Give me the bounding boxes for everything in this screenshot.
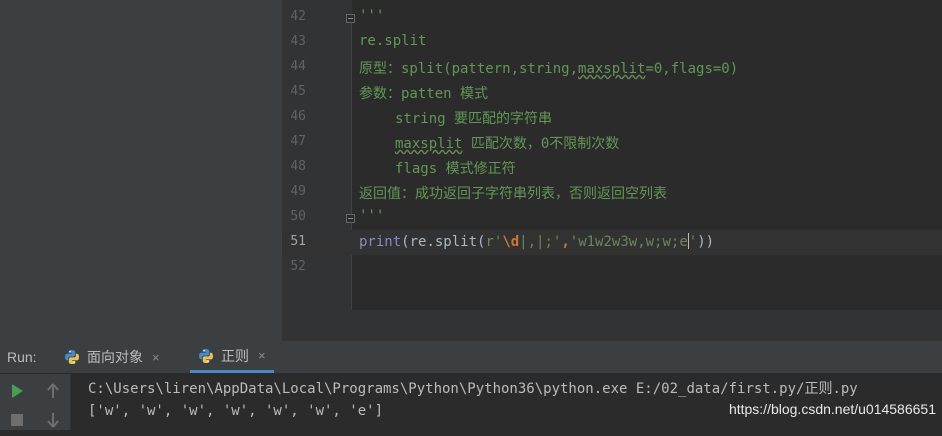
typo-highlight: maxsplit <box>395 136 463 152</box>
fold-icon[interactable] <box>346 214 355 223</box>
line-number: 49 <box>290 184 306 199</box>
run-panel: Run: 面向对象 × 正则 × C:\Users\liren\AppData\… <box>0 341 942 430</box>
line-number: 47 <box>290 134 306 149</box>
code-text: re.split <box>359 33 427 49</box>
close-icon[interactable]: × <box>258 348 266 363</box>
tab-label: 正则 <box>221 347 249 364</box>
watermark: https://blog.csdn.net/u014586651 <box>728 401 936 417</box>
code-text: ''' <box>359 8 385 24</box>
code-line-50[interactable]: 50 ''' <box>282 205 942 230</box>
line-number: 51 <box>290 234 306 249</box>
run-toolbar <box>0 374 70 430</box>
line-number: 42 <box>290 9 306 24</box>
string-prefix: r' <box>485 234 503 250</box>
editor-scroll-area <box>282 310 942 341</box>
console-line: C:\Users\liren\AppData\Local\Programs\Py… <box>88 381 858 397</box>
code-line-47[interactable]: 47 maxsplit 匹配次数，0不限制次数 <box>282 130 942 155</box>
regex-escape: \d <box>502 234 520 250</box>
line-number: 52 <box>290 259 306 274</box>
typo-highlight: maxsplit <box>578 61 646 77</box>
string-literal: 'w1w2w3w,w;w;e <box>569 234 688 250</box>
stop-icon[interactable] <box>4 408 30 432</box>
code-text: print(re.split(r'\d|,|;','w1w2w3w,w;w;e'… <box>359 233 714 250</box>
code-segment: 原型：split(pattern,string, <box>359 61 579 77</box>
tab-regex[interactable]: 正则 × <box>190 341 274 373</box>
line-number: 43 <box>290 34 306 49</box>
builtin-print: print <box>359 234 402 250</box>
code-line-49[interactable]: 49 返回值：成功返回子字符串列表，否则返回空列表 <box>282 180 942 205</box>
code-line-46[interactable]: 46 string 要匹配的字符串 <box>282 105 942 130</box>
run-label: Run: <box>7 349 37 365</box>
code-text: maxsplit 匹配次数，0不限制次数 <box>359 133 619 153</box>
project-panel <box>0 0 282 341</box>
code-line-45[interactable]: 45 参数：patten 模式 <box>282 80 942 105</box>
python-icon <box>64 349 80 365</box>
line-number: 50 <box>290 209 306 224</box>
code-segment: =0,flags=0) <box>645 61 739 77</box>
down-arrow-icon[interactable] <box>40 408 66 432</box>
code-line-44[interactable]: 44 原型：split(pattern,string,maxsplit=0,fl… <box>282 55 942 80</box>
run-icon[interactable] <box>4 379 30 403</box>
string-literal: |,|;' <box>519 234 562 250</box>
code-segment: )) <box>697 234 715 250</box>
console-line: ['w', 'w', 'w', 'w', 'w', 'w', 'e'] <box>88 403 384 419</box>
string-literal: ' <box>688 234 698 250</box>
code-line-48[interactable]: 48 flags 模式修正符 <box>282 155 942 180</box>
tab-label: 面向对象 <box>87 349 143 365</box>
line-number: 44 <box>290 59 306 74</box>
code-line-43[interactable]: 43 re.split <box>282 30 942 55</box>
code-text: 原型：split(pattern,string,maxsplit=0,flags… <box>359 58 738 78</box>
code-text: 返回值：成功返回子字符串列表，否则返回空列表 <box>359 186 667 202</box>
code-text: ''' <box>359 208 385 224</box>
code-line-52[interactable]: 52 <box>282 255 942 280</box>
line-number: 46 <box>290 109 306 124</box>
line-number: 48 <box>290 159 306 174</box>
python-icon <box>198 348 214 364</box>
code-text: flags 模式修正符 <box>395 161 516 177</box>
fold-icon[interactable] <box>346 14 355 23</box>
code-segment: (re.split( <box>401 234 486 250</box>
code-text: string 要匹配的字符串 <box>395 111 553 127</box>
close-icon[interactable]: × <box>152 350 160 365</box>
line-number: 45 <box>290 84 306 99</box>
code-line-42[interactable]: 42 ''' <box>282 5 942 30</box>
code-segment: 匹配次数，0不限制次数 <box>462 136 620 152</box>
code-line-51[interactable]: 51 print(re.split(r'\d|,|;','w1w2w3w,w;w… <box>282 230 942 255</box>
code-editor[interactable]: 42 ''' 43 re.split 44 原型：split(pattern,s… <box>282 0 942 310</box>
argument-comma: , <box>561 234 570 250</box>
tab-face-object[interactable]: 面向对象 × <box>64 341 166 373</box>
code-text: 参数：patten 模式 <box>359 86 489 102</box>
up-arrow-icon[interactable] <box>40 379 66 403</box>
run-tab-bar: Run: 面向对象 × 正则 × <box>0 341 942 374</box>
